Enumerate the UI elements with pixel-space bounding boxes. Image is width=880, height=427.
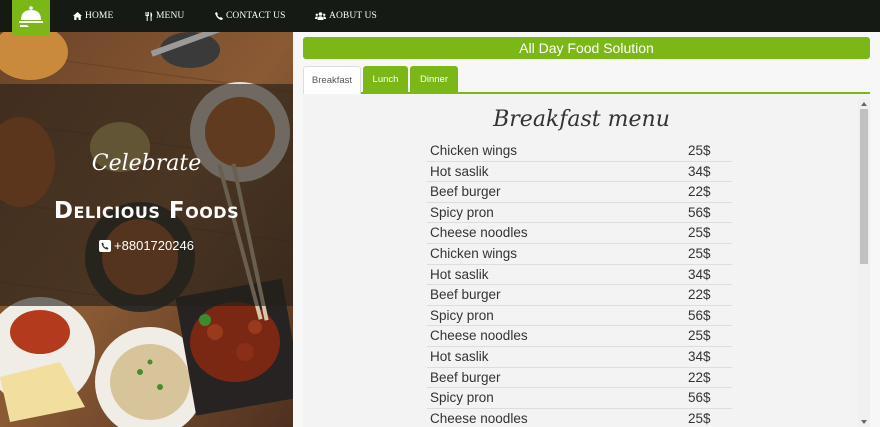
menu-item-name: Cheese noodles	[430, 328, 528, 344]
menu-row: Cheese noodles 25$	[427, 223, 732, 244]
hero-phone-number: +8801720246	[114, 238, 194, 253]
menu-item-price: 25$	[688, 410, 711, 426]
menu-item-price: 34$	[688, 163, 711, 179]
food-cloche-icon	[19, 6, 43, 27]
scrollbar-thumb[interactable]	[860, 109, 868, 264]
menu-item-name: Beef burger	[430, 184, 501, 200]
menu-item-price: 25$	[688, 245, 711, 261]
menu-row: Spicy pron 56$	[427, 388, 732, 409]
menu-row: Hot saslik 34$	[427, 265, 732, 286]
nav-item-contact[interactable]: CONTACT US	[215, 11, 285, 21]
menu-item-price: 34$	[688, 266, 711, 282]
menu-item-price: 34$	[688, 348, 711, 364]
nav-contact-label: CONTACT US	[226, 11, 286, 21]
menu-item-name: Cheese noodles	[430, 225, 528, 241]
menu-row: Spicy pron 56$	[427, 203, 732, 224]
hero-phone[interactable]: +8801720246	[0, 238, 293, 253]
nav-home-label: HOME	[85, 11, 114, 21]
menu-item-price: 22$	[688, 184, 711, 200]
nav-item-menu[interactable]: MENU	[145, 11, 184, 21]
menu-item-price: 56$	[688, 307, 711, 323]
nav-item-home[interactable]: HOME	[73, 11, 113, 21]
content-area: All Day Food Solution Breakfast Lunch Di…	[293, 32, 880, 427]
scroll-up-arrow-icon[interactable]	[858, 99, 870, 109]
banner: All Day Food Solution	[303, 37, 870, 59]
phone-icon	[215, 12, 223, 20]
scroll-down-arrow-icon[interactable]	[858, 417, 870, 427]
menu-item-name: Spicy pron	[430, 307, 494, 323]
hero-title: Delicious Foods	[53, 198, 240, 224]
menu-item-name: Spicy pron	[430, 204, 494, 220]
hero-celebrate-text: Celebrate	[91, 151, 202, 176]
tab-lunch[interactable]: Lunch	[363, 66, 408, 94]
menu-row: Beef burger 22$	[427, 182, 732, 203]
cutlery-icon	[145, 11, 153, 21]
menu-item-price: 25$	[688, 143, 711, 158]
menu-tabs: Breakfast Lunch Dinner	[303, 66, 870, 94]
hero-panel: Celebrate Delicious Foods +8801720246	[0, 32, 293, 427]
menu-item-name: Cheese noodles	[430, 410, 528, 426]
menu-row: Cheese noodles 25$	[427, 326, 732, 347]
menu-item-name: Hot saslik	[430, 163, 489, 179]
menu-item-name: Chicken wings	[430, 143, 518, 158]
logo[interactable]	[12, 0, 50, 36]
home-icon	[73, 12, 82, 20]
phone-square-icon	[99, 239, 112, 252]
menu-item-name: Spicy pron	[430, 390, 494, 406]
users-icon	[315, 12, 326, 20]
menu-item-name: Chicken wings	[430, 245, 518, 261]
menu-table: Chicken wings 25$ Hot saslik 34$ Beef burger…	[427, 141, 732, 427]
menu-item-price: 25$	[688, 225, 711, 241]
menu-row: Chicken wings 25$	[427, 141, 732, 162]
nav-item-about[interactable]: AOBUT US	[315, 11, 377, 21]
menu-row: Hot saslik 34$	[427, 162, 732, 183]
menu-item-name: Beef burger	[430, 369, 501, 385]
menu-row: Cheese noodles 25$	[427, 409, 732, 427]
menu-item-price: 56$	[688, 204, 711, 220]
hero-overlay	[0, 84, 293, 306]
tab-dinner[interactable]: Dinner	[410, 66, 458, 94]
tab-breakfast[interactable]: Breakfast	[303, 66, 361, 94]
menu-row: Spicy pron 56$	[427, 306, 732, 327]
menu-item-price: 22$	[688, 369, 711, 385]
menu-item-name: Hot saslik	[430, 266, 489, 282]
menu-row: Hot saslik 34$	[427, 347, 732, 368]
scrollbar[interactable]	[858, 99, 870, 427]
menu-row: Chicken wings 25$	[427, 244, 732, 265]
nav-menu-label: MENU	[156, 11, 185, 21]
menu-row: Beef burger 22$	[427, 285, 732, 306]
menu-item-price: 56$	[688, 390, 711, 406]
menu-item-price: 25$	[688, 328, 711, 344]
top-navbar: HOME MENU CONTACT US AOBUT US	[0, 0, 880, 36]
menu-panel: Breakfast menu Chicken wings 25$ Hot sasli…	[303, 94, 870, 427]
menu-item-price: 22$	[688, 287, 711, 303]
menu-title: Breakfast menu	[493, 107, 670, 132]
nav-about-label: AOBUT US	[329, 11, 377, 21]
menu-item-name: Hot saslik	[430, 348, 489, 364]
menu-row: Beef burger 22$	[427, 368, 732, 389]
menu-item-name: Beef burger	[430, 287, 501, 303]
